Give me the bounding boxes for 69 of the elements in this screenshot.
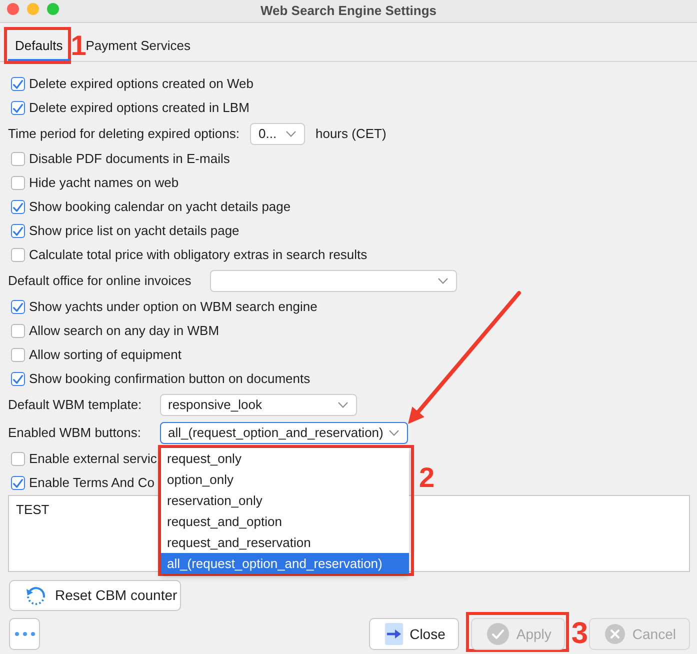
- chevron-down-icon: [438, 278, 448, 284]
- dropdown-option[interactable]: option_only: [161, 469, 409, 490]
- checkbox[interactable]: [11, 248, 25, 262]
- more-button[interactable]: [9, 618, 40, 650]
- field-label: Default WBM template:: [8, 397, 142, 412]
- checkbox[interactable]: [11, 452, 25, 466]
- close-window-button[interactable]: [7, 3, 19, 15]
- chevron-down-icon: [389, 430, 399, 436]
- checkbox-label: Enable Terms And Co: [29, 474, 154, 492]
- tab[interactable]: Defaults: [8, 33, 70, 61]
- check-icon: [13, 302, 23, 312]
- field-label: Default office for online invoices: [8, 273, 192, 288]
- checkbox-label: Disable PDF documents in E-mails: [29, 150, 230, 168]
- dropdown[interactable]: all_(request_option_and_reservation): [160, 422, 408, 444]
- checkbox-label: Show booking confirmation button on documents: [29, 370, 310, 388]
- callout-number: 3: [571, 619, 588, 649]
- chevron-down-icon: [286, 130, 296, 136]
- checkbox-label: Show booking calendar on yacht details page: [29, 198, 291, 216]
- reset-button[interactable]: Reset CBM counter: [9, 580, 181, 611]
- checkbox-label: Enable external servic: [29, 450, 157, 468]
- dots-icon: [14, 632, 34, 636]
- dropdown-option[interactable]: request_only: [161, 448, 409, 469]
- check-circle-icon: [487, 623, 510, 645]
- arrow-right-icon: [384, 623, 403, 645]
- field-label: Time period for deleting expired options:: [8, 126, 240, 140]
- checkbox-label: Allow sorting of equipment: [29, 346, 182, 364]
- zoom-window-button[interactable]: [47, 3, 59, 15]
- checkbox[interactable]: [11, 200, 25, 214]
- checkbox-label: Calculate total price with obligatory extras in search results: [29, 246, 368, 264]
- check-icon: [13, 104, 23, 112]
- refresh-icon: [26, 586, 46, 606]
- checkbox-label: Allow search on any day in WBM: [29, 322, 220, 340]
- checkbox[interactable]: [11, 152, 25, 166]
- checkbox-label: Show yachts under option on WBM search engine: [29, 298, 318, 316]
- checkbox[interactable]: [11, 77, 25, 91]
- checkbox[interactable]: [11, 101, 25, 115]
- dropdown[interactable]: responsive_look: [160, 394, 357, 416]
- dropdown-option[interactable]: request_and_option: [161, 511, 409, 532]
- dropdown-option[interactable]: reservation_only: [161, 490, 409, 511]
- checkbox[interactable]: [11, 224, 25, 238]
- dropdown-option[interactable]: request_and_reservation: [161, 532, 409, 553]
- unit-label: hours (CET): [315, 124, 386, 143]
- checkbox[interactable]: [11, 476, 25, 490]
- checkbox-label: Hide yacht names on web: [29, 174, 179, 192]
- dropdown[interactable]: 0...: [250, 122, 306, 144]
- x-circle-icon: [605, 624, 626, 644]
- check-icon: [13, 478, 23, 488]
- checkbox[interactable]: [11, 372, 25, 386]
- checkbox-label: Delete expired options created on Web: [29, 75, 254, 94]
- dropdown[interactable]: [210, 270, 457, 292]
- checkbox-label: Delete expired options created in LBM: [29, 99, 250, 118]
- checkbox[interactable]: [11, 300, 25, 314]
- dropdown-option[interactable]: all_(request_option_and_reservation): [161, 553, 409, 574]
- minimize-window-button[interactable]: [27, 3, 39, 15]
- field-label: Enabled WBM buttons:: [8, 425, 141, 440]
- window-title: Web Search Engine Settings: [260, 2, 437, 20]
- check-icon: [13, 202, 23, 212]
- check-icon: [13, 226, 23, 236]
- callout-number: 1: [70, 32, 86, 60]
- checkbox[interactable]: [11, 348, 25, 362]
- callout-frame: [4, 27, 71, 64]
- check-icon: [13, 374, 23, 384]
- check-icon: [13, 80, 23, 88]
- checkbox[interactable]: [11, 324, 25, 338]
- checkbox-label: Show price list on yacht details page: [29, 222, 240, 240]
- chevron-down-icon: [338, 402, 348, 408]
- checkbox[interactable]: [11, 176, 25, 190]
- callout-number: 2: [419, 464, 435, 492]
- close-button[interactable]: Close: [368, 618, 460, 650]
